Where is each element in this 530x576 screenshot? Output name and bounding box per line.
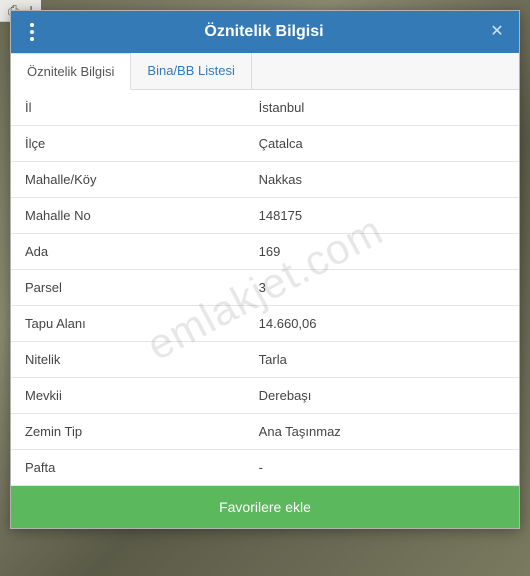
row-key: Pafta (11, 450, 245, 486)
table-row: MevkiiDerebaşı (11, 378, 519, 414)
row-key: İl (11, 90, 245, 126)
table-row: Ada169 (11, 234, 519, 270)
table-row: Tapu Alanı14.660,06 (11, 306, 519, 342)
modal-header: Öznitelik Bilgisi ✕ (11, 11, 519, 53)
row-value: - (245, 450, 519, 486)
row-key: Nitelik (11, 342, 245, 378)
row-key: Mahalle No (11, 198, 245, 234)
row-value: Ana Taşınmaz (245, 414, 519, 450)
row-key: Tapu Alanı (11, 306, 245, 342)
table-row: Pafta- (11, 450, 519, 486)
attribute-table: İlİstanbulİlçeÇatalcaMahalle/KöyNakkasMa… (11, 90, 519, 486)
row-value: 148175 (245, 198, 519, 234)
row-value: 3 (245, 270, 519, 306)
table-row: NitelikTarla (11, 342, 519, 378)
attribute-info-modal: Öznitelik Bilgisi ✕ Öznitelik Bilgisi Bi… (10, 10, 520, 529)
row-key: Mevkii (11, 378, 245, 414)
table-row: Parsel3 (11, 270, 519, 306)
table-row: İlİstanbul (11, 90, 519, 126)
more-options-icon[interactable] (23, 20, 41, 44)
row-value: 169 (245, 234, 519, 270)
row-value: İstanbul (245, 90, 519, 126)
add-to-favorites-button[interactable]: Favorilere ekle (11, 486, 519, 528)
row-key: Zemin Tip (11, 414, 245, 450)
row-key: Mahalle/Köy (11, 162, 245, 198)
row-value: Derebaşı (245, 378, 519, 414)
tab-attribute-info[interactable]: Öznitelik Bilgisi (11, 53, 131, 90)
table-row: Zemin TipAna Taşınmaz (11, 414, 519, 450)
tab-bar: Öznitelik Bilgisi Bina/BB Listesi (11, 53, 519, 90)
row-key: İlçe (11, 126, 245, 162)
table-row: Mahalle/KöyNakkas (11, 162, 519, 198)
row-value: Çatalca (245, 126, 519, 162)
modal-title: Öznitelik Bilgisi (41, 23, 487, 41)
row-value: 14.660,06 (245, 306, 519, 342)
tab-bina-bb-list[interactable]: Bina/BB Listesi (131, 53, 251, 89)
row-key: Parsel (11, 270, 245, 306)
close-icon[interactable]: ✕ (487, 22, 507, 42)
row-value: Tarla (245, 342, 519, 378)
row-key: Ada (11, 234, 245, 270)
row-value: Nakkas (245, 162, 519, 198)
table-row: Mahalle No148175 (11, 198, 519, 234)
table-row: İlçeÇatalca (11, 126, 519, 162)
